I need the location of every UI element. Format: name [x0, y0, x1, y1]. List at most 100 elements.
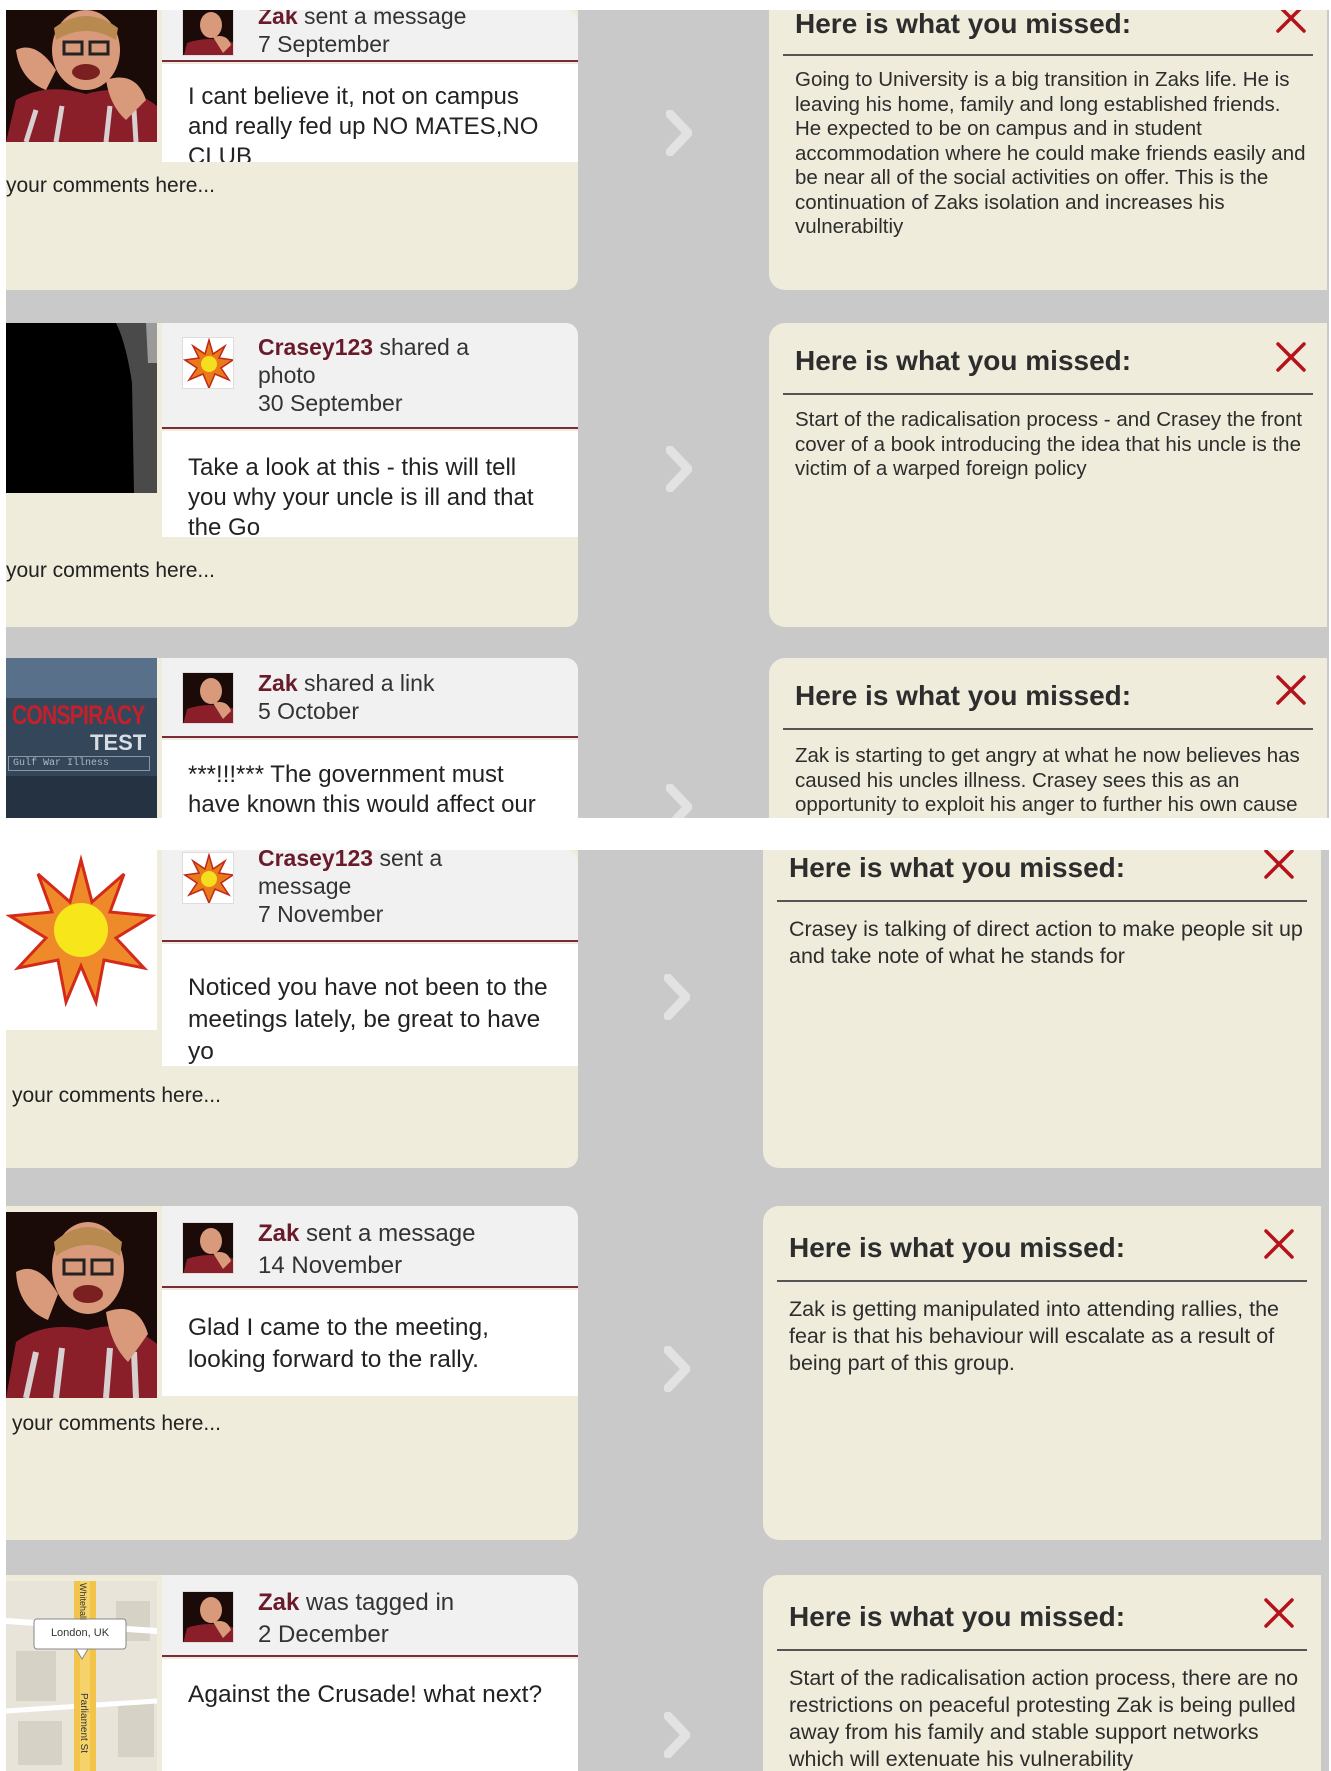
missed-card: Here is what you missed: Zak is getting …: [763, 1206, 1321, 1540]
missed-card: Here is what you missed: Crasey is talki…: [763, 850, 1321, 1168]
missed-card: Here is what you missed: Start of the ra…: [763, 1575, 1321, 1771]
close-icon[interactable]: [1275, 10, 1307, 34]
sun-avatar[interactable]: [182, 337, 234, 389]
chevron-right-icon[interactable]: [666, 110, 692, 156]
post-author[interactable]: Zak: [258, 1589, 299, 1616]
missed-card: Here is what you missed: Zak is starting…: [769, 658, 1327, 818]
zak-photo: [6, 10, 157, 142]
missed-text: Start of the radicalisation process - an…: [795, 408, 1303, 480]
post-header-text: Zak sent a message 7 September: [258, 10, 566, 58]
divider: [783, 54, 1313, 56]
close-icon[interactable]: [1263, 850, 1295, 880]
post-author[interactable]: Zak: [258, 670, 298, 696]
map-street-label: Parliament St: [78, 1693, 89, 1754]
post-message-text: Glad I came to the meeting, looking forw…: [188, 1314, 489, 1373]
divider: [777, 900, 1307, 902]
timeline-panel-1: Zak sent a message 7 September I cant be…: [6, 10, 1329, 818]
post-message-text: Noticed you have not been to the meeting…: [188, 974, 548, 1065]
comment-input[interactable]: your comments here...: [6, 559, 215, 583]
missed-heading: Here is what you missed:: [795, 345, 1132, 376]
zak-avatar[interactable]: [182, 672, 234, 724]
map-thumbnail: London, UK Whitehall Parliament St: [6, 1581, 157, 1771]
comment-input[interactable]: your comments here...: [6, 174, 215, 198]
post-date: 7 September: [258, 31, 390, 57]
post-card: Zak sent a message 14 November Glad I ca…: [6, 1206, 578, 1540]
post-action: sent a message: [299, 1220, 476, 1247]
missed-text: Zak is getting manipulated into attendin…: [789, 1297, 1280, 1375]
post-header: Zak was tagged in 2 December: [162, 1575, 578, 1657]
missed-heading: Here is what you missed:: [789, 1601, 1126, 1632]
sun-image: [6, 850, 157, 1030]
post-action: shared a link: [297, 670, 435, 696]
post-message: I cant believe it, not on campus and rea…: [162, 64, 578, 162]
divider: [777, 1649, 1307, 1651]
zak-avatar[interactable]: [182, 10, 234, 56]
chevron-right-icon[interactable]: [664, 1346, 690, 1392]
post-message-text: I cant believe it, not on campus and rea…: [188, 83, 539, 162]
conspiracy-subtitle: TEST: [90, 730, 147, 755]
missed-text: Start of the radicalisation action proce…: [789, 1666, 1299, 1771]
zak-avatar[interactable]: [182, 1222, 234, 1274]
post-header-text: Crasey123 sent a message 7 November: [258, 850, 458, 928]
chevron-right-icon[interactable]: [664, 974, 690, 1020]
post-card: London, UK Whitehall Parliament St Zak w…: [6, 1575, 578, 1771]
missed-text: Going to University is a big transition …: [795, 68, 1306, 238]
chevron-right-icon[interactable]: [666, 446, 692, 492]
missed-text: Crasey is talking of direct action to ma…: [789, 917, 1303, 968]
map-pin-label: London, UK: [50, 1627, 110, 1639]
divider: [783, 728, 1313, 730]
close-icon[interactable]: [1275, 674, 1307, 706]
post-date: 5 October: [258, 698, 359, 724]
post-date: 2 December: [258, 1621, 389, 1648]
post-date: 14 November: [258, 1252, 403, 1279]
comment-input[interactable]: your comments here...: [12, 1084, 221, 1108]
post-date: 30 September: [258, 390, 403, 416]
post-author[interactable]: Zak: [258, 10, 298, 29]
post-author[interactable]: Zak: [258, 1220, 299, 1247]
post-header: Crasey123 sent a message 7 November: [162, 850, 578, 942]
post-header-text: Zak was tagged in 2 December: [258, 1587, 566, 1651]
post-header-text: Zak sent a message 14 November: [258, 1218, 566, 1282]
post-header: Crasey123 shared a photo 30 September: [162, 323, 578, 429]
conspiracy-title: CONSPIRACY: [12, 700, 145, 730]
post-message: Glad I came to the meeting, looking forw…: [162, 1290, 578, 1396]
post-author[interactable]: Crasey123: [258, 850, 373, 871]
post-message: ***!!!*** The government must have known…: [162, 740, 578, 818]
map-street-label: Whitehall: [78, 1583, 88, 1621]
close-icon[interactable]: [1275, 341, 1307, 373]
post-header: Zak shared a link 5 October: [162, 658, 578, 738]
divider: [783, 393, 1313, 395]
missed-card: Here is what you missed: Going to Univer…: [769, 10, 1327, 290]
sun-avatar[interactable]: [182, 852, 234, 904]
post-message: Noticed you have not been to the meeting…: [162, 944, 578, 1066]
zak-photo: [6, 1212, 157, 1398]
silhouette-photo: [6, 323, 157, 493]
comment-input[interactable]: your comments here...: [12, 1412, 221, 1436]
post-header: Zak sent a message 7 September: [162, 10, 578, 62]
chevron-right-icon[interactable]: [666, 784, 692, 818]
missed-card: Here is what you missed: Start of the ra…: [769, 323, 1327, 627]
conspiracy-caption: Gulf War Illness: [8, 756, 150, 771]
post-header-text: Crasey123 shared a photo 30 September: [258, 333, 478, 417]
conspiracy-thumbnail: CONSPIRACY TEST Gulf War Illness: [6, 658, 157, 818]
chevron-right-icon[interactable]: [664, 1712, 690, 1758]
missed-heading: Here is what you missed:: [789, 1232, 1126, 1263]
post-author[interactable]: Crasey123: [258, 334, 373, 360]
post-message: Take a look at this - this will tell you…: [162, 431, 578, 537]
close-icon[interactable]: [1263, 1597, 1295, 1629]
zak-avatar[interactable]: [182, 1591, 234, 1643]
post-card: Crasey123 sent a message 7 November Noti…: [6, 850, 578, 1168]
post-action: was tagged in: [299, 1589, 455, 1616]
post-card: Zak sent a message 7 September I cant be…: [6, 10, 578, 290]
post-card: CONSPIRACY TEST Gulf War Illness Zak sha…: [6, 658, 578, 818]
timeline-panel-2: Crasey123 sent a message 7 November Noti…: [6, 850, 1329, 1771]
post-header-text: Zak shared a link 5 October: [258, 669, 566, 725]
missed-heading: Here is what you missed:: [795, 680, 1132, 711]
post-date: 7 November: [258, 901, 384, 927]
close-icon[interactable]: [1263, 1228, 1295, 1260]
missed-heading: Here is what you missed:: [789, 852, 1126, 883]
missed-heading: Here is what you missed:: [795, 10, 1132, 39]
post-message-text: ***!!!*** The government must have known…: [188, 761, 536, 818]
divider: [777, 1280, 1307, 1282]
post-message-text: Against the Crusade! what next?: [188, 1681, 543, 1708]
